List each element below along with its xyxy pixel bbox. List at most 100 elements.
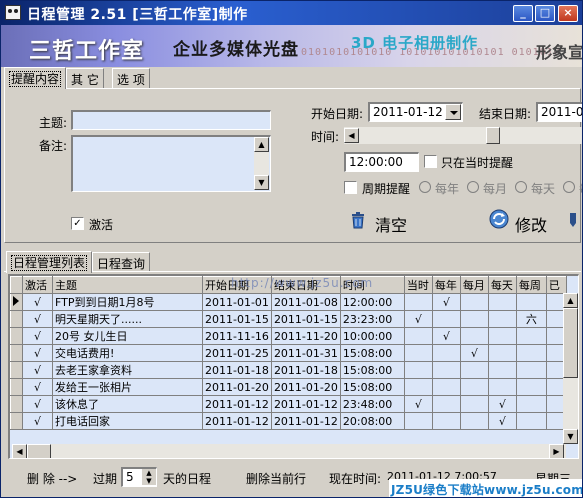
table-row[interactable]: √ 打电话回家 2011-01-12 2011-01-12 20:08:00 √: [10, 412, 567, 430]
cell-daily[interactable]: √: [488, 395, 517, 413]
cell-start-date[interactable]: 2011-01-12: [202, 412, 272, 430]
time-input[interactable]: 12:00:00: [344, 152, 419, 172]
cell-subject[interactable]: 打电话回家: [52, 412, 203, 430]
cell-monthly[interactable]: [460, 327, 489, 345]
cell-daily[interactable]: [488, 361, 517, 379]
table-row[interactable]: √ 发给王一张相片 2011-01-20 2011-01-20 15:08:00: [10, 378, 567, 396]
cell-monthly[interactable]: √: [460, 344, 489, 362]
tab-schedule-list[interactable]: 日程管理列表: [6, 251, 93, 273]
cell-daily[interactable]: √: [488, 412, 517, 430]
cell-current[interactable]: [404, 361, 433, 379]
days-spin-buttons[interactable]: ▲ ▼: [142, 469, 156, 485]
cell-time[interactable]: 23:23:00: [340, 310, 405, 328]
grid-horizontal-scrollbar[interactable]: ◀ ▶: [12, 444, 566, 458]
cell-yearly[interactable]: [432, 310, 461, 328]
clear-button[interactable]: 清空: [349, 209, 411, 235]
cell-end-date[interactable]: 2011-01-12: [271, 412, 341, 430]
cell-monthly[interactable]: [460, 412, 489, 430]
cell-daily[interactable]: [488, 327, 517, 345]
time-scroll-thumb[interactable]: [486, 127, 500, 144]
cell-yearly[interactable]: [432, 395, 461, 413]
cell-time[interactable]: 15:08:00: [340, 361, 405, 379]
cell-current[interactable]: [404, 412, 433, 430]
column-header-active[interactable]: 激活: [22, 276, 53, 294]
row-indicator[interactable]: [10, 395, 23, 413]
cell-daily[interactable]: [488, 378, 517, 396]
cell-active[interactable]: √: [22, 361, 53, 379]
row-indicator[interactable]: [10, 344, 23, 362]
cell-weekly[interactable]: 六: [516, 310, 547, 328]
cell-active[interactable]: √: [22, 327, 53, 345]
cell-time[interactable]: 23:48:00: [340, 395, 405, 413]
cell-daily[interactable]: [488, 344, 517, 362]
cell-active[interactable]: √: [22, 310, 53, 328]
grid-scroll-left-button[interactable]: ◀: [12, 444, 27, 458]
modify-button[interactable]: 修改: [488, 207, 563, 235]
cell-start-date[interactable]: 2011-11-16: [202, 327, 272, 345]
row-indicator[interactable]: [10, 310, 23, 328]
cell-weekly[interactable]: [516, 327, 547, 345]
cell-monthly[interactable]: [460, 378, 489, 396]
column-header-subject[interactable]: 主题: [52, 276, 203, 294]
tab-reminder[interactable]: 提醒内容: [4, 67, 67, 89]
cell-monthly[interactable]: [460, 361, 489, 379]
cell-current[interactable]: [404, 344, 433, 362]
table-row[interactable]: √ 明天星期天了...... 2011-01-15 2011-01-15 23:23:0…: [10, 310, 567, 328]
table-row[interactable]: √ FTP到到日期1月8号 2011-01-01 2011-01-08 12:00:00…: [10, 293, 567, 311]
cell-yearly[interactable]: √: [432, 327, 461, 345]
row-indicator[interactable]: [10, 327, 23, 345]
cell-current[interactable]: √: [404, 395, 433, 413]
cell-current[interactable]: [404, 327, 433, 345]
note-scroll-up-button[interactable]: ▲: [254, 137, 269, 152]
row-indicator[interactable]: [10, 412, 23, 430]
cell-start-date[interactable]: 2011-01-12: [202, 395, 272, 413]
cell-current[interactable]: √: [404, 310, 433, 328]
column-header-monthly[interactable]: 每月: [459, 276, 489, 294]
cell-monthly[interactable]: [460, 310, 489, 328]
cell-current[interactable]: [404, 293, 433, 311]
spin-down-button[interactable]: ▼: [142, 477, 156, 485]
cell-weekly[interactable]: [516, 395, 547, 413]
cell-active[interactable]: √: [22, 412, 53, 430]
cell-start-date[interactable]: 2011-01-01: [202, 293, 272, 311]
cell-end-date[interactable]: 2011-01-20: [271, 378, 341, 396]
period-yearly-radio[interactable]: [419, 181, 431, 193]
table-row[interactable]: √ 20号 女儿生日 2011-11-16 2011-11-20 10:00:00 √: [10, 327, 567, 345]
schedule-grid[interactable]: 激活 主题 开始日期 结束日期 时间 当时 每年 每月 每天 每周 已 √ FTP…: [8, 274, 579, 459]
cell-daily[interactable]: [488, 310, 517, 328]
end-date-picker[interactable]: 2011-0: [536, 102, 582, 122]
cell-weekly[interactable]: [516, 293, 547, 311]
cell-subject[interactable]: 去老王家拿资料: [52, 361, 203, 379]
note-scrollbar[interactable]: ▲ ▼: [254, 137, 269, 190]
table-row[interactable]: √ 该休息了 2011-01-12 2011-01-12 23:48:00 √ √: [10, 395, 567, 413]
cell-subject[interactable]: FTP到到日期1月8号: [52, 293, 203, 311]
cell-time[interactable]: 12:00:00: [340, 293, 405, 311]
only-current-checkbox[interactable]: [424, 155, 437, 168]
period-daily-radio[interactable]: [515, 181, 527, 193]
cell-active[interactable]: √: [22, 395, 53, 413]
cell-weekly[interactable]: [516, 344, 547, 362]
periodic-checkbox[interactable]: [344, 181, 357, 194]
subject-input[interactable]: [71, 110, 271, 130]
spin-up-button[interactable]: ▲: [142, 469, 156, 477]
column-header-weekly[interactable]: 每周: [515, 276, 547, 294]
tab-other[interactable]: 其 它: [66, 68, 104, 88]
cell-active[interactable]: √: [22, 293, 53, 311]
cell-start-date[interactable]: 2011-01-15: [202, 310, 272, 328]
cell-daily[interactable]: [488, 293, 517, 311]
cell-end-date[interactable]: 2011-01-12: [271, 395, 341, 413]
cell-weekly[interactable]: [516, 378, 547, 396]
column-header-current[interactable]: 当时: [403, 276, 433, 294]
cell-subject[interactable]: 20号 女儿生日: [52, 327, 203, 345]
cell-start-date[interactable]: 2011-01-18: [202, 361, 272, 379]
tab-options[interactable]: 选 项: [112, 68, 150, 88]
cell-monthly[interactable]: [460, 293, 489, 311]
days-label[interactable]: 天的日程: [163, 470, 211, 487]
cell-subject[interactable]: 明天星期天了......: [52, 310, 203, 328]
table-row[interactable]: √ 交电话费用! 2011-01-25 2011-01-31 15:08:00 √: [10, 344, 567, 362]
grid-horizontal-thumb[interactable]: [27, 444, 51, 458]
column-header-daily[interactable]: 每天: [487, 276, 517, 294]
row-indicator[interactable]: [10, 293, 23, 311]
cell-subject[interactable]: 发给王一张相片: [52, 378, 203, 396]
cell-current[interactable]: [404, 378, 433, 396]
